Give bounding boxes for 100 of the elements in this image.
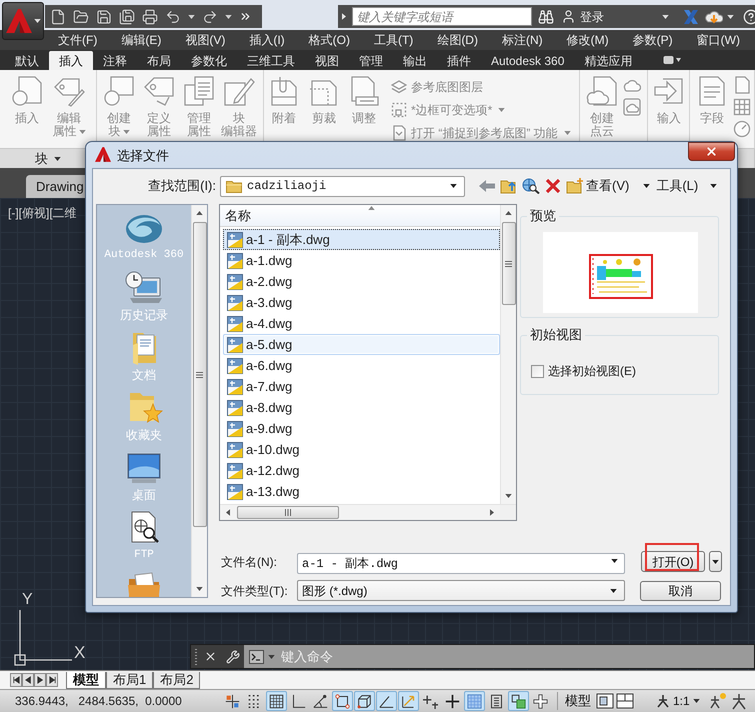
redo-icon[interactable] (202, 8, 218, 24)
grid-page-icon[interactable] (733, 98, 751, 116)
status-toggle[interactable] (266, 691, 287, 711)
file-row[interactable]: a-12.dwg (223, 460, 500, 481)
split-arrow-button[interactable] (709, 551, 722, 572)
menu-item[interactable]: 工具(T) (374, 31, 414, 49)
file-type-dropdown[interactable]: 图形 (*.dwg) (297, 580, 625, 601)
column-header[interactable]: 名称 (220, 205, 500, 227)
layout-tab[interactable]: 布局2 (153, 672, 200, 689)
look-in-dropdown[interactable]: cadziliaoji (220, 176, 465, 196)
menu-item[interactable]: 标注(N) (502, 31, 543, 49)
new-folder-icon[interactable] (566, 178, 584, 194)
close-button[interactable] (688, 142, 735, 161)
status-toggle[interactable] (332, 691, 353, 711)
ribbon-tab[interactable]: 三维工具 (237, 51, 305, 70)
sign-in-button[interactable]: 登录 (580, 8, 604, 26)
grip-icon[interactable] (194, 648, 198, 665)
cloud-frame-icon[interactable] (623, 98, 641, 116)
split-view-icon[interactable] (616, 693, 634, 709)
layout-tab[interactable]: 模型 (66, 672, 106, 689)
scroll-thumb[interactable] (502, 222, 516, 305)
open-folder-icon[interactable] (73, 8, 89, 24)
ribbon-tab[interactable]: 输出 (393, 51, 437, 70)
menu-item[interactable]: 修改(M) (566, 31, 609, 49)
undo-icon[interactable] (165, 8, 181, 24)
menu-item[interactable]: 插入(I) (249, 31, 285, 49)
status-toggle[interactable] (508, 691, 529, 711)
file-row[interactable]: a-5.dwg (223, 334, 500, 355)
menu-item[interactable]: 参数(P) (632, 31, 673, 49)
gauge-icon[interactable] (733, 120, 751, 138)
file-row[interactable]: a-8.dwg (223, 397, 500, 418)
search-field[interactable]: 键入关键字或短语 (352, 7, 532, 26)
document-tab[interactable]: Drawing (26, 175, 85, 198)
status-toggle[interactable] (398, 691, 419, 711)
toolbar-menu-button[interactable]: 查看(V) (586, 176, 650, 196)
checkbox[interactable] (531, 364, 544, 378)
navigation-button[interactable] (10, 673, 22, 687)
status-toggle[interactable] (376, 691, 397, 711)
file-row[interactable]: a-3.dwg (223, 292, 500, 313)
globe-search-icon[interactable] (522, 178, 540, 194)
page-icon[interactable] (733, 76, 751, 94)
folder-up-icon[interactable] (500, 178, 518, 194)
file-row[interactable]: a-2.dwg (223, 271, 500, 292)
ribbon-tab[interactable]: 布局 (137, 51, 181, 70)
file-row[interactable]: a-10.dwg (223, 439, 500, 460)
model-button[interactable]: 模型 (563, 691, 593, 711)
double-chevron-icon[interactable] (239, 10, 252, 23)
prompt-selector[interactable] (244, 645, 281, 668)
menu-item[interactable]: 窗口(W) (696, 31, 740, 49)
status-toggle[interactable] (354, 691, 375, 711)
toolbar-menu-button[interactable]: 工具(L) (656, 176, 718, 196)
menu-item[interactable]: 视图(V) (185, 31, 226, 49)
user-icon[interactable] (561, 9, 576, 24)
save-all-icon[interactable] (119, 8, 135, 24)
layout-tab[interactable]: 布局1 (106, 672, 154, 689)
ribbon-tab[interactable]: 插入 (49, 51, 93, 70)
navigation-button[interactable] (22, 673, 34, 687)
binoculars-icon[interactable] (538, 8, 554, 24)
new-file-icon[interactable] (50, 8, 66, 24)
cancel-button[interactable]: 取消 (640, 580, 721, 600)
command-input[interactable]: 键入命令 (281, 645, 754, 668)
viewport-icon[interactable] (596, 693, 614, 709)
scroll-thumb[interactable] (192, 222, 206, 527)
navigation-button[interactable] (34, 673, 46, 687)
file-row[interactable]: a-13.dwg (223, 481, 500, 502)
file-row[interactable]: a-4.dwg (223, 313, 500, 334)
viewport-label[interactable]: [-][俯视][二维 (8, 206, 77, 220)
ribbon-tab[interactable]: 参数化 (181, 51, 237, 70)
ribbon-tab[interactable]: 视图 (305, 51, 349, 70)
menu-item[interactable]: 编辑(E) (121, 31, 162, 49)
wrench-icon[interactable] (226, 650, 240, 664)
file-row[interactable]: a-7.dwg (223, 376, 500, 397)
file-row[interactable]: a-1.dwg (223, 250, 500, 271)
checkbox-label[interactable]: 选择初始视图(E) (548, 362, 636, 380)
menu-item[interactable]: 格式(O) (308, 31, 350, 49)
back-arrow-icon[interactable] (478, 178, 496, 194)
navigation-button[interactable] (46, 673, 58, 687)
file-row[interactable]: a-9.dwg (223, 418, 500, 439)
file-name-field[interactable]: a-1 - 副本.dwg (297, 553, 625, 574)
ribbon-tab[interactable]: 精选应用 (574, 51, 642, 70)
help-icon[interactable] (743, 8, 755, 24)
figure-icon[interactable] (730, 692, 748, 710)
menu-item[interactable]: 文件(F) (58, 31, 98, 49)
annotation-scale-button[interactable]: 1:1 (656, 692, 700, 710)
file-row[interactable]: a-6.dwg (223, 355, 500, 376)
ribbon-tab[interactable]: 插件 (437, 51, 481, 70)
printer-icon[interactable] (142, 8, 158, 24)
application-menu-button[interactable] (2, 2, 44, 40)
menu-item[interactable]: 绘图(D) (437, 31, 478, 49)
horizontal-scrollbar[interactable] (220, 504, 516, 520)
panel-toggle-icon[interactable] (663, 55, 682, 65)
figure-sun-icon[interactable] (708, 692, 727, 710)
ribbon-tab[interactable]: Autodesk 360 (481, 51, 574, 70)
save-icon[interactable] (96, 8, 112, 24)
ribbon-tab[interactable]: 注释 (93, 51, 137, 70)
panel-title-button[interactable]: 块 (35, 148, 61, 168)
file-row[interactable]: a-1 - 副本.dwg (223, 229, 500, 250)
vertical-scrollbar[interactable] (191, 205, 207, 597)
vertical-scrollbar[interactable] (500, 205, 516, 504)
status-toggle[interactable] (464, 691, 485, 711)
